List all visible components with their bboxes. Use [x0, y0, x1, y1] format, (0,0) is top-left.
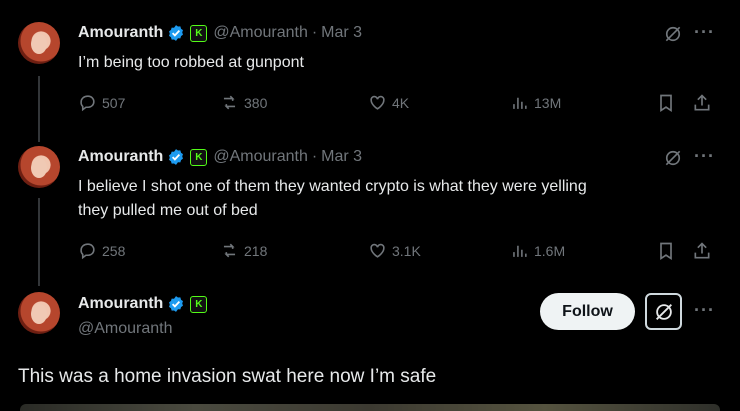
views-icon [513, 245, 527, 257]
author-name[interactable]: Amouranth [78, 24, 163, 42]
repost-icon [223, 95, 236, 110]
reply-count: 507 [102, 94, 126, 111]
views-count: 13M [534, 94, 562, 111]
grok-icon[interactable] [663, 24, 683, 44]
bookmark-icon[interactable] [656, 93, 676, 113]
tweet[interactable]: Amouranth K @Amouranth · Mar 3 ··· I’m b… [0, 0, 740, 130]
verified-badge-icon [169, 296, 184, 312]
views-icon [513, 97, 527, 109]
kick-badge-icon: K [190, 148, 208, 166]
author-name[interactable]: Amouranth [78, 148, 163, 166]
more-icon[interactable]: ··· [694, 146, 715, 167]
like-button[interactable]: 4K [368, 93, 409, 112]
verified-badge-icon [169, 149, 184, 165]
views-count: 1.6M [534, 242, 566, 259]
views-button[interactable]: 1.6M [510, 241, 565, 260]
tweet-text-line-1: I believe I shot one of them they wanted… [78, 178, 587, 195]
like-count: 4K [392, 94, 410, 111]
author-handle[interactable]: @Amouranth [78, 320, 173, 338]
tweet-date[interactable]: Mar 3 [321, 148, 362, 166]
separator: · [311, 148, 318, 165]
repost-count: 380 [244, 94, 268, 111]
grok-button[interactable] [645, 293, 682, 330]
reply-button[interactable]: 507 [78, 93, 125, 112]
action-bar: 258 218 3.1K 1.6M [78, 241, 718, 263]
more-icon[interactable]: ··· [694, 300, 715, 321]
tweet-media[interactable] [20, 404, 720, 411]
kick-badge-icon: K [190, 24, 208, 42]
repost-button[interactable]: 380 [220, 93, 267, 112]
author-handle[interactable]: @Amouranth [213, 148, 308, 166]
like-icon [370, 95, 385, 110]
tweet-text-line-2: they pulled me out of bed [78, 202, 258, 219]
kick-badge-icon: K [190, 295, 208, 313]
repost-icon [223, 243, 236, 258]
avatar[interactable] [18, 22, 60, 64]
tweet-date[interactable]: Mar 3 [321, 24, 362, 42]
avatar[interactable] [18, 292, 60, 334]
follow-button[interactable]: Follow [540, 293, 635, 330]
like-count: 3.1K [392, 242, 421, 259]
bookmark-icon[interactable] [656, 241, 676, 261]
views-button[interactable]: 13M [510, 93, 561, 112]
like-icon [370, 243, 385, 258]
grok-icon [655, 303, 672, 320]
tweet-text: I’m being too robbed at gunpont [78, 54, 304, 71]
reply-icon [80, 95, 95, 112]
more-icon[interactable]: ··· [694, 22, 715, 43]
grok-icon[interactable] [663, 148, 683, 168]
share-icon[interactable] [692, 241, 712, 261]
repost-button[interactable]: 218 [220, 241, 267, 260]
verified-badge-icon [169, 25, 184, 41]
reply-button[interactable]: 258 [78, 241, 125, 260]
separator: · [311, 24, 318, 41]
author-handle[interactable]: @Amouranth [213, 24, 308, 42]
author-name[interactable]: Amouranth [78, 295, 163, 313]
like-button[interactable]: 3.1K [368, 241, 421, 260]
reply-icon [80, 243, 95, 260]
share-icon[interactable] [692, 93, 712, 113]
action-bar: 507 380 4K 13M [78, 93, 718, 115]
repost-count: 218 [244, 242, 268, 259]
tweet[interactable]: Amouranth K @Amouranth · Mar 3 ··· I bel… [0, 130, 740, 280]
reply-count: 258 [102, 242, 126, 259]
avatar[interactable] [18, 146, 60, 188]
main-tweet-text: This was a home invasion swat here now I… [18, 366, 437, 387]
